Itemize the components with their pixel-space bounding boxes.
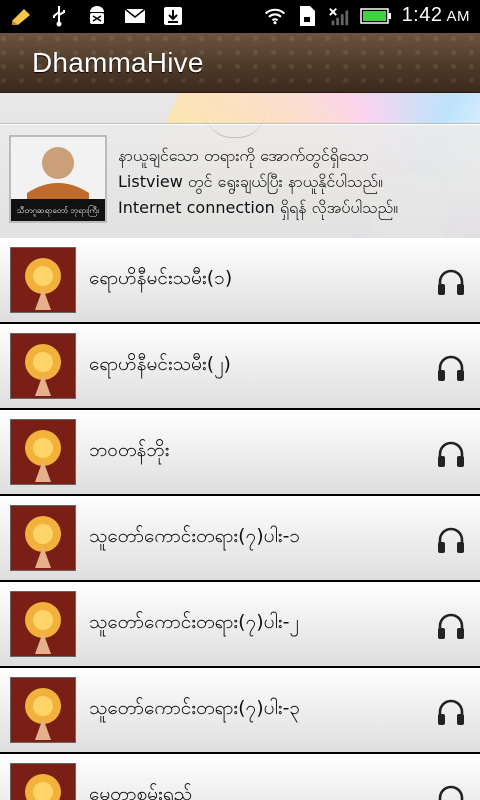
sermon-thumbnail xyxy=(10,247,76,313)
list-item[interactable]: သူတော်ကောင်းတရား(၇)ပါး-၃ xyxy=(0,668,480,752)
app-title-bar: DhammaHive xyxy=(0,33,480,93)
headphones-icon[interactable] xyxy=(436,698,466,726)
sermon-thumbnail xyxy=(10,505,76,571)
sermon-title: ရောဟိနီမင်းသမီး(၁) xyxy=(89,267,233,289)
instruction-text: နာယူချင်သော တရားကို အောက်တွင်ရှိသော List… xyxy=(118,143,474,221)
instruction-line: Listview တွင် ရွေးချယ်ပြီး နာယူနိုင်ပါသည… xyxy=(118,172,383,191)
android-debug-icon xyxy=(86,5,108,27)
sermon-title: သူတော်ကောင်းတရား(၇)ပါး-၁ xyxy=(89,525,301,547)
sermon-thumbnail xyxy=(10,591,76,657)
app-title: DhammaHive xyxy=(32,47,204,78)
sermon-title: ဘဝတန်ဘိုး xyxy=(89,439,170,461)
no-signal-icon xyxy=(328,5,350,27)
sermon-title: သူတော်ကောင်းတရား(၇)ပါး-၂ xyxy=(89,611,299,633)
sermon-thumbnail xyxy=(10,763,76,800)
sermon-thumbnail xyxy=(10,419,76,485)
instruction-line: နာယူချင်သော တရားကို အောက်တွင်ရှိသော xyxy=(118,146,369,165)
list-item[interactable]: သူတော်ကောင်းတရား(၇)ပါး-၁ xyxy=(0,496,480,580)
list-item[interactable]: ဘဝတန်ဘိုး xyxy=(0,410,480,494)
status-bar: 1:42 AM xyxy=(0,0,480,33)
notes-icon xyxy=(10,5,32,27)
instruction-line: Internet connection ရှိရန် လိုအပ်ပါသည်။ xyxy=(118,198,399,217)
sermon-thumbnail xyxy=(10,333,76,399)
headphones-icon[interactable] xyxy=(436,784,466,800)
usb-icon xyxy=(48,5,70,27)
list-item[interactable]: မေတ္တာစမ်းရည် xyxy=(0,754,480,800)
download-icon xyxy=(162,5,184,27)
headphones-icon[interactable] xyxy=(436,268,466,296)
sermon-list[interactable]: ရောဟိနီမင်းသမီး(၁) ရောဟိနီမင်းသမီး(၂) ဘဝ… xyxy=(0,238,480,800)
headphones-icon[interactable] xyxy=(436,526,466,554)
sermon-title: မေတ္တာစမ်းရည် xyxy=(89,783,193,800)
status-time: 1:42 AM xyxy=(401,4,470,26)
headphones-icon[interactable] xyxy=(436,354,466,382)
sd-card-icon xyxy=(296,5,318,27)
sermon-title: ရောဟိနီမင်းသမီး(၂) xyxy=(89,353,231,375)
list-item[interactable]: ရောဟိနီမင်းသမီး(၂) xyxy=(0,324,480,408)
wifi-icon xyxy=(264,5,286,27)
monk-portrait: သီတဂူဆရာတော် ဘုရားကြီး xyxy=(9,135,107,223)
list-item[interactable]: သူတော်ကောင်းတရား(၇)ပါး-၂ xyxy=(0,582,480,666)
sermon-thumbnail xyxy=(10,677,76,743)
headphones-icon[interactable] xyxy=(436,440,466,468)
headphones-icon[interactable] xyxy=(436,612,466,640)
list-item[interactable]: ရောဟိနီမင်းသမီး(၁) xyxy=(0,238,480,322)
info-banner: သီတဂူဆရာတော် ဘုရားကြီး နာယူချင်သော တရားက… xyxy=(0,93,480,238)
mail-icon xyxy=(124,5,146,27)
battery-icon xyxy=(359,5,392,27)
sermon-title: သူတော်ကောင်းတရား(၇)ပါး-၃ xyxy=(89,697,301,719)
